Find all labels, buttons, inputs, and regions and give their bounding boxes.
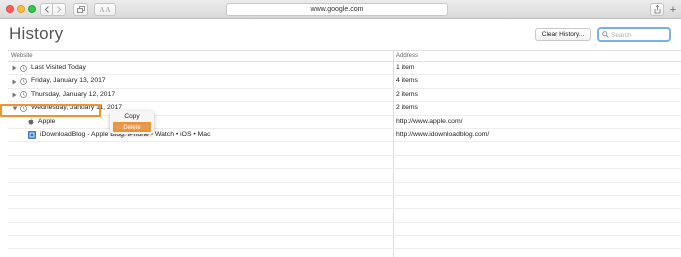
- clock-icon: [20, 78, 27, 85]
- page-title: History: [9, 24, 64, 43]
- empty-row: [8, 223, 681, 237]
- new-tab-button[interactable]: +: [667, 4, 679, 16]
- group-count: 1 item: [396, 64, 415, 71]
- disclosure-triangle-collapsed-icon[interactable]: [11, 65, 18, 72]
- history-table: Website Address Last Visited Today 1 ite…: [8, 50, 681, 257]
- context-menu-copy[interactable]: Copy: [110, 112, 154, 121]
- item-address: http://www.idownloadblog.com/: [396, 130, 490, 138]
- group-label: Last Visited Today: [31, 64, 86, 71]
- context-menu: Copy Delete: [110, 111, 154, 134]
- history-group-row[interactable]: Friday, January 13, 2017 4 items: [8, 75, 681, 89]
- empty-row: [8, 209, 681, 223]
- group-count: 4 items: [396, 77, 418, 85]
- reader-text-size-button[interactable]: A A: [94, 3, 116, 16]
- idb-favicon-icon: [28, 131, 36, 140]
- search-icon: [602, 31, 609, 38]
- group-count: 2 items: [396, 90, 418, 98]
- address-bar[interactable]: www.google.com: [226, 3, 448, 16]
- back-button[interactable]: [40, 3, 53, 16]
- browser-toolbar: A A www.google.com +: [0, 0, 681, 19]
- forward-button[interactable]: [53, 3, 66, 16]
- disclosure-triangle-collapsed-icon[interactable]: [11, 78, 18, 85]
- table-header: Website Address: [8, 50, 681, 62]
- column-header-address[interactable]: Address: [396, 51, 418, 61]
- clock-icon: [20, 105, 27, 112]
- history-item-row[interactable]: Apple http://www.apple.com/: [8, 116, 681, 129]
- chevron-right-icon: [57, 6, 62, 13]
- tabs-overview-icon: [76, 6, 85, 13]
- clear-history-button[interactable]: Clear History...: [535, 28, 591, 41]
- history-item-row[interactable]: iDownloadBlog - Apple Blog: iPhone • Wat…: [8, 129, 681, 143]
- item-title: Apple: [38, 117, 56, 125]
- search-field[interactable]: [597, 27, 671, 42]
- empty-row: [8, 196, 681, 210]
- disclosure-triangle-expanded-icon[interactable]: [11, 105, 18, 112]
- clock-icon: [20, 91, 27, 99]
- group-label: Thursday, January 12, 2017: [31, 90, 116, 98]
- disclosure-triangle-collapsed-icon[interactable]: [11, 91, 18, 98]
- minimize-window-button[interactable]: [17, 5, 25, 13]
- history-group-row-selected[interactable]: Wednesday, January 11, 2017 2 items: [8, 102, 681, 116]
- empty-row: [8, 156, 681, 170]
- show-tabs-button[interactable]: [73, 3, 88, 16]
- group-label: Wednesday, January 11, 2017: [31, 104, 123, 112]
- chevron-left-icon: [44, 6, 49, 13]
- history-group-row[interactable]: Last Visited Today 1 item: [8, 62, 681, 76]
- apple-icon: [28, 118, 34, 125]
- zoom-window-button[interactable]: [28, 5, 36, 13]
- group-count: 2 items: [396, 104, 418, 112]
- history-group-row[interactable]: Thursday, January 12, 2017 2 items: [8, 89, 681, 103]
- search-input[interactable]: [611, 30, 667, 40]
- empty-row: [8, 236, 681, 250]
- clock-icon: [20, 64, 27, 72]
- share-icon: [654, 5, 660, 14]
- column-header-website[interactable]: Website: [11, 51, 33, 61]
- context-menu-delete[interactable]: Delete: [113, 122, 151, 132]
- group-label: Friday, January 13, 2017: [31, 77, 106, 85]
- item-address: http://www.apple.com/: [396, 117, 463, 125]
- empty-row: [8, 183, 681, 196]
- share-button[interactable]: [650, 3, 664, 16]
- empty-row: [8, 142, 681, 156]
- close-window-button[interactable]: [6, 5, 14, 13]
- empty-row: [8, 169, 681, 183]
